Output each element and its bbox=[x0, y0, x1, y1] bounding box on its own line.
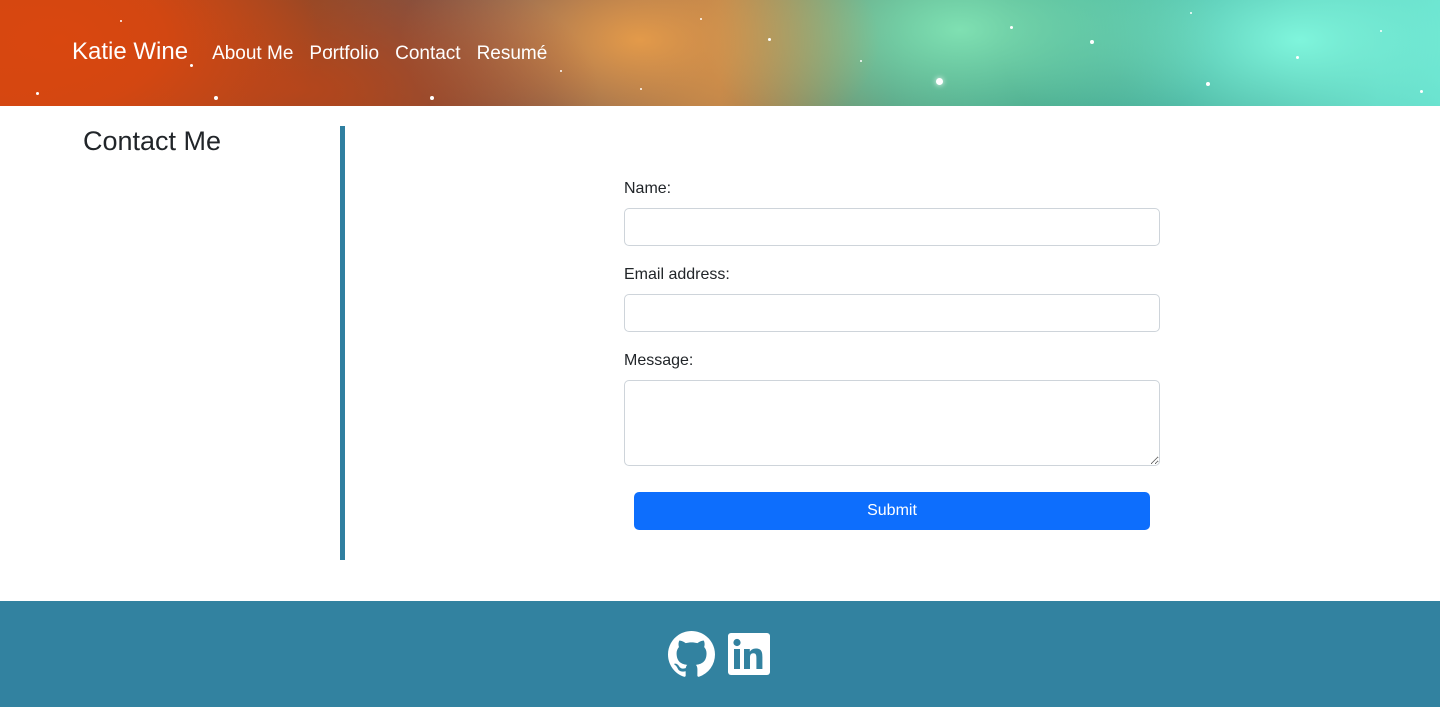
nav-link-resume[interactable]: Resumé bbox=[477, 43, 548, 65]
star bbox=[1296, 56, 1299, 59]
star bbox=[1010, 26, 1013, 29]
star bbox=[640, 88, 642, 90]
star bbox=[768, 38, 771, 41]
email-input[interactable] bbox=[624, 294, 1160, 332]
page-title: Contact Me bbox=[83, 126, 222, 156]
star bbox=[1090, 40, 1094, 44]
vertical-divider bbox=[340, 126, 345, 560]
star bbox=[36, 92, 39, 95]
star bbox=[860, 60, 862, 62]
message-textarea[interactable] bbox=[624, 380, 1160, 466]
github-link[interactable] bbox=[668, 631, 715, 678]
star bbox=[936, 78, 943, 85]
site-header: Katie Wine About Me Portfolio Contact Re… bbox=[0, 0, 1440, 106]
nav-link-contact[interactable]: Contact bbox=[395, 43, 460, 65]
site-footer bbox=[0, 601, 1440, 707]
star bbox=[1190, 12, 1192, 14]
star bbox=[1380, 30, 1382, 32]
star bbox=[1206, 82, 1210, 86]
brand-link[interactable]: Katie Wine bbox=[72, 38, 188, 66]
main-navbar: Katie Wine About Me Portfolio Contact Re… bbox=[72, 38, 563, 66]
star bbox=[560, 70, 562, 72]
submit-button[interactable]: Submit bbox=[634, 492, 1150, 530]
star bbox=[700, 18, 702, 20]
linkedin-link[interactable] bbox=[728, 633, 770, 675]
nav-link-about-me[interactable]: About Me bbox=[212, 43, 293, 65]
linkedin-icon bbox=[728, 633, 770, 675]
name-input[interactable] bbox=[624, 208, 1160, 246]
star bbox=[1420, 90, 1423, 93]
star bbox=[430, 96, 434, 100]
email-label: Email address: bbox=[624, 266, 730, 283]
name-label: Name: bbox=[624, 180, 672, 197]
github-icon bbox=[668, 631, 715, 677]
star bbox=[214, 96, 218, 100]
nav-link-portfolio[interactable]: Portfolio bbox=[309, 43, 379, 65]
star bbox=[120, 20, 122, 22]
message-label: Message: bbox=[624, 352, 694, 369]
